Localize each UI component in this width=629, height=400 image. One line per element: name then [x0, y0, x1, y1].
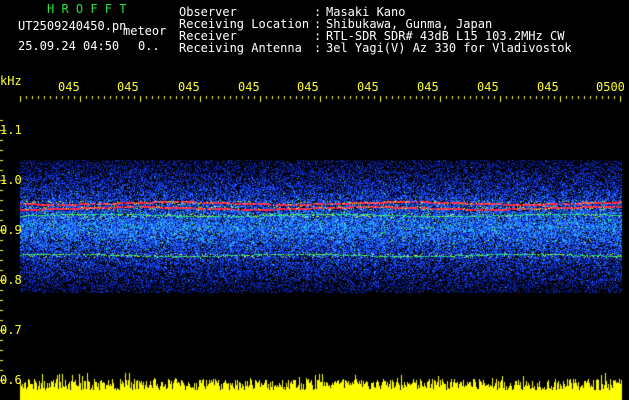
app-logo: H R O F F T	[47, 2, 127, 16]
mode-label: meteor	[123, 24, 167, 38]
x-tick-label: 0500	[596, 80, 625, 94]
y-tick-label: 0.7	[0, 323, 22, 337]
x-tick-label: 045	[297, 80, 319, 94]
info-label-antenna: Receiving Antenna	[179, 41, 302, 55]
y-tick-label: 0.9	[0, 223, 22, 237]
x-tick-label: 045	[417, 80, 439, 94]
file-name: UT2509240450.pn	[18, 19, 127, 33]
y-tick-label: 0.6	[0, 373, 22, 387]
date-time: 25.09.24 04:50	[18, 39, 120, 53]
y-tick-label: 0.8	[0, 273, 22, 287]
x-tick-label: 045	[58, 80, 80, 94]
info-value-antenna: 3el Yagi(V) Az 330 for Vladivostok	[326, 41, 572, 55]
x-tick-label: 045	[477, 80, 499, 94]
info-separator: :	[314, 41, 322, 55]
count-value: 0..	[138, 39, 160, 53]
hrofft-window: H R O F F T UT2509240450.pn meteor 25.09…	[0, 0, 629, 400]
x-tick-label: 045	[238, 80, 260, 94]
x-tick-label: 045	[357, 80, 379, 94]
spectrogram-canvas	[0, 0, 629, 400]
y-axis-unit: kHz	[0, 74, 22, 88]
y-tick-label: 1.0	[0, 173, 22, 187]
y-tick-label: 1.1	[0, 123, 22, 137]
x-tick-label: 045	[537, 80, 559, 94]
x-tick-label: 045	[117, 80, 139, 94]
x-tick-label: 045	[178, 80, 200, 94]
